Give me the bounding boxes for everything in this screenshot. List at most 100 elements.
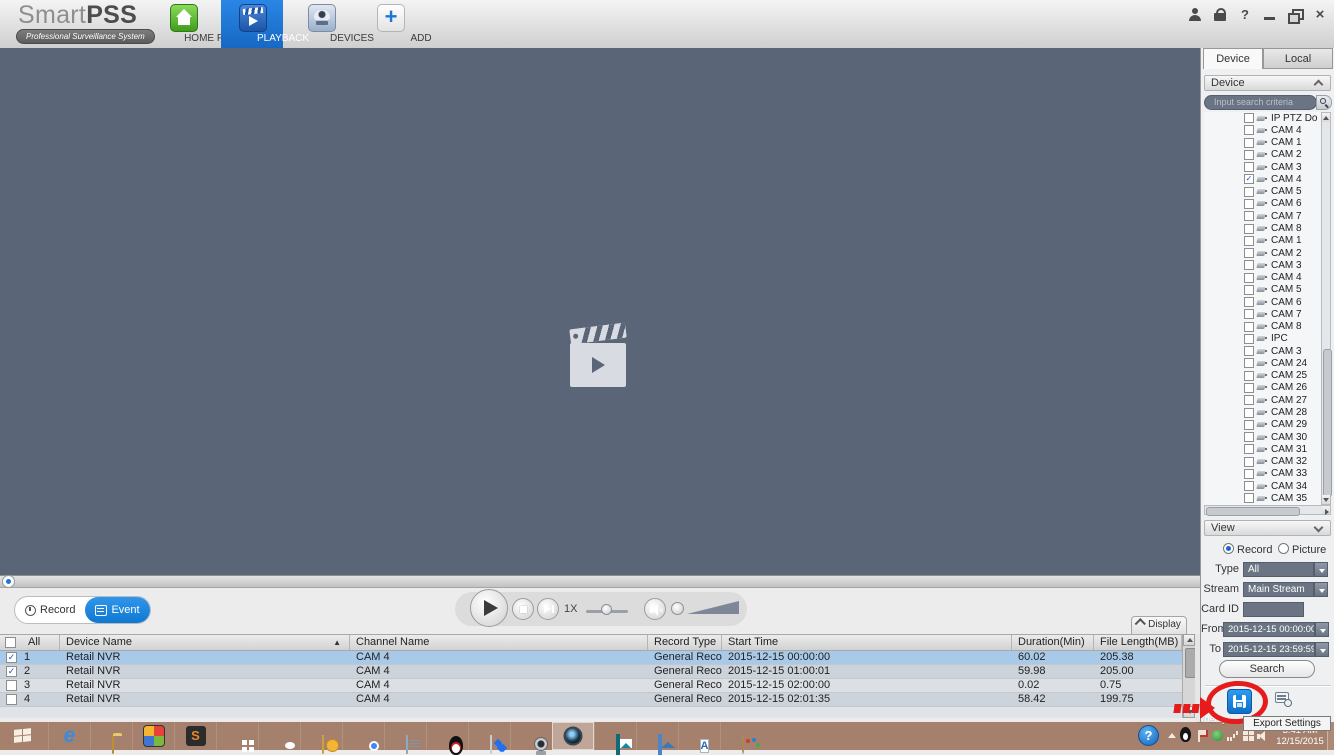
header-record-type[interactable]: Record Type — [648, 635, 722, 650]
close-icon[interactable]: × — [1312, 7, 1328, 22]
header-duration[interactable]: Duration(Min) — [1012, 635, 1094, 650]
scroll-up-button[interactable] — [1322, 113, 1330, 122]
tray-app-icon[interactable] — [1212, 730, 1223, 741]
device-tree-item[interactable]: CAM 4 — [1204, 271, 1321, 283]
device-tree-item[interactable]: CAM 29 — [1204, 419, 1321, 431]
select-all-checkbox[interactable] — [5, 637, 16, 648]
tree-item-checkbox[interactable] — [1244, 137, 1254, 148]
table-row[interactable]: ✓ 2 Retail NVR CAM 4 General Record 2015… — [0, 665, 1182, 679]
tree-item-checkbox[interactable] — [1244, 297, 1254, 308]
tree-item-checkbox[interactable] — [1244, 211, 1254, 222]
taskbar-webcam-app-button[interactable] — [510, 722, 552, 750]
device-tree-item[interactable]: CAM 26 — [1204, 382, 1321, 394]
view-section-header[interactable]: View — [1204, 520, 1331, 536]
header-file-length[interactable]: File Length(MB) — [1094, 635, 1182, 650]
timeline-expand-handle[interactable] — [2, 575, 15, 588]
device-section-header[interactable]: Device — [1204, 75, 1331, 91]
type-select[interactable]: All — [1243, 562, 1314, 577]
taskbar-notepad-button[interactable] — [384, 722, 426, 754]
sidebar-tab-local[interactable]: Local — [1263, 48, 1333, 69]
from-datetime-field[interactable]: 2015-12-15 00:00:00 — [1223, 622, 1315, 637]
timeline-collapsed-bar[interactable] — [0, 575, 1200, 588]
scroll-right-button[interactable] — [1322, 506, 1330, 515]
tree-item-checkbox[interactable] — [1244, 235, 1254, 246]
tree-item-checkbox[interactable] — [1244, 419, 1254, 430]
tree-item-checkbox[interactable] — [1244, 432, 1254, 443]
tree-item-checkbox[interactable] — [1244, 370, 1254, 381]
taskbar-chrome-button[interactable] — [342, 722, 384, 750]
device-tree-item[interactable]: CAM 32 — [1204, 455, 1321, 467]
taskbar-paint-button[interactable] — [720, 722, 762, 754]
video-display-area[interactable] — [0, 48, 1200, 575]
device-tree-item[interactable]: CAM 27 — [1204, 394, 1321, 406]
speed-slider-knob[interactable] — [601, 604, 612, 615]
device-tree-item[interactable]: CAM 34 — [1204, 480, 1321, 492]
scroll-down-button[interactable] — [1322, 495, 1330, 504]
row-checkbox[interactable] — [6, 680, 17, 691]
taskbar-file-explorer-button[interactable] — [90, 722, 132, 754]
radio-picture[interactable]: Picture — [1278, 543, 1326, 556]
row-checkbox[interactable]: ✓ — [6, 666, 17, 677]
play-button[interactable] — [470, 589, 508, 627]
nav-tab-add[interactable]: + ADD — [359, 0, 432, 48]
tree-item-checkbox[interactable] — [1244, 284, 1254, 295]
hidden-icons-chevron[interactable] — [1168, 733, 1176, 738]
device-tree-item[interactable]: CAM 1 — [1204, 137, 1321, 149]
device-tree-item[interactable]: CAM 6 — [1204, 198, 1321, 210]
device-tree-item[interactable]: IP PTZ Do — [1204, 112, 1321, 124]
tree-item-checkbox[interactable] — [1244, 223, 1254, 234]
taskbar-windows-store-button[interactable] — [216, 722, 258, 750]
taskbar-image-viewer-button[interactable] — [594, 722, 636, 755]
restore-icon[interactable] — [1287, 8, 1304, 24]
scroll-thumb[interactable] — [1322, 349, 1332, 497]
device-tree-item[interactable]: CAM 31 — [1204, 443, 1321, 455]
taskbar-qq-button[interactable] — [426, 722, 468, 750]
taskbar-sublime-text-button[interactable]: S — [174, 722, 216, 750]
tree-item-checkbox[interactable] — [1244, 272, 1254, 283]
device-tree-item[interactable]: CAM 8 — [1204, 222, 1321, 234]
tree-item-checkbox[interactable] — [1244, 125, 1254, 136]
device-tree-item[interactable]: CAM 3 — [1204, 345, 1321, 357]
header-all[interactable]: All — [0, 635, 60, 650]
display-toggle-button[interactable]: Display — [1131, 616, 1187, 634]
tree-item-checkbox[interactable] — [1244, 198, 1254, 209]
tree-item-checkbox[interactable] — [1244, 382, 1254, 393]
header-channel-name[interactable]: Channel Name — [350, 635, 648, 650]
card-id-input[interactable] — [1243, 602, 1304, 617]
header-device-name[interactable]: Device Name ▲ — [60, 635, 350, 650]
taskbar-word-viewer-button[interactable]: A — [678, 722, 720, 753]
qq-tray-icon[interactable] — [1180, 727, 1191, 742]
tree-item-checkbox[interactable] — [1244, 407, 1254, 418]
tree-item-checkbox[interactable] — [1244, 113, 1254, 124]
type-dropdown-button[interactable] — [1314, 562, 1328, 577]
device-tree-item[interactable]: CAM 3 — [1204, 259, 1321, 271]
device-tree-item[interactable]: CAM 4 — [1204, 124, 1321, 136]
device-tree-item[interactable]: CAM 24 — [1204, 357, 1321, 369]
tree-vertical-scrollbar[interactable] — [1321, 112, 1332, 505]
device-tree-item[interactable]: CAM 5 — [1204, 186, 1321, 198]
search-button[interactable]: Search — [1219, 660, 1315, 678]
tree-item-checkbox[interactable] — [1244, 468, 1254, 479]
device-tree-item[interactable]: CAM 7 — [1204, 210, 1321, 222]
tree-item-checkbox[interactable] — [1244, 481, 1254, 492]
device-tree-item[interactable]: CAM 25 — [1204, 370, 1321, 382]
taskbar-photos-button[interactable] — [636, 722, 678, 755]
stream-dropdown-button[interactable] — [1314, 582, 1328, 597]
search-icon-button[interactable] — [1316, 95, 1332, 110]
device-tree-item[interactable]: CAM 35 — [1204, 492, 1321, 504]
tree-item-checkbox[interactable] — [1244, 162, 1254, 173]
lock-icon[interactable] — [1212, 8, 1228, 21]
minimize-icon[interactable] — [1262, 8, 1278, 21]
windows-tray-icon[interactable] — [1243, 730, 1254, 741]
device-tree-item[interactable]: CAM 8 — [1204, 321, 1321, 333]
device-tree-item[interactable]: CAM 2 — [1204, 149, 1321, 161]
stop-button[interactable] — [512, 598, 534, 620]
taskbar-hipchat-button[interactable] — [258, 722, 300, 750]
tree-item-checkbox[interactable] — [1244, 493, 1254, 504]
tree-item-checkbox[interactable] — [1244, 456, 1254, 467]
help-icon[interactable]: ? — [1237, 8, 1253, 21]
device-tree-item[interactable]: CAM 30 — [1204, 431, 1321, 443]
tree-item-checkbox[interactable] — [1244, 346, 1254, 357]
tray-help-button[interactable]: ? — [1138, 725, 1159, 746]
search-input[interactable]: Input search criteria — [1204, 95, 1317, 110]
